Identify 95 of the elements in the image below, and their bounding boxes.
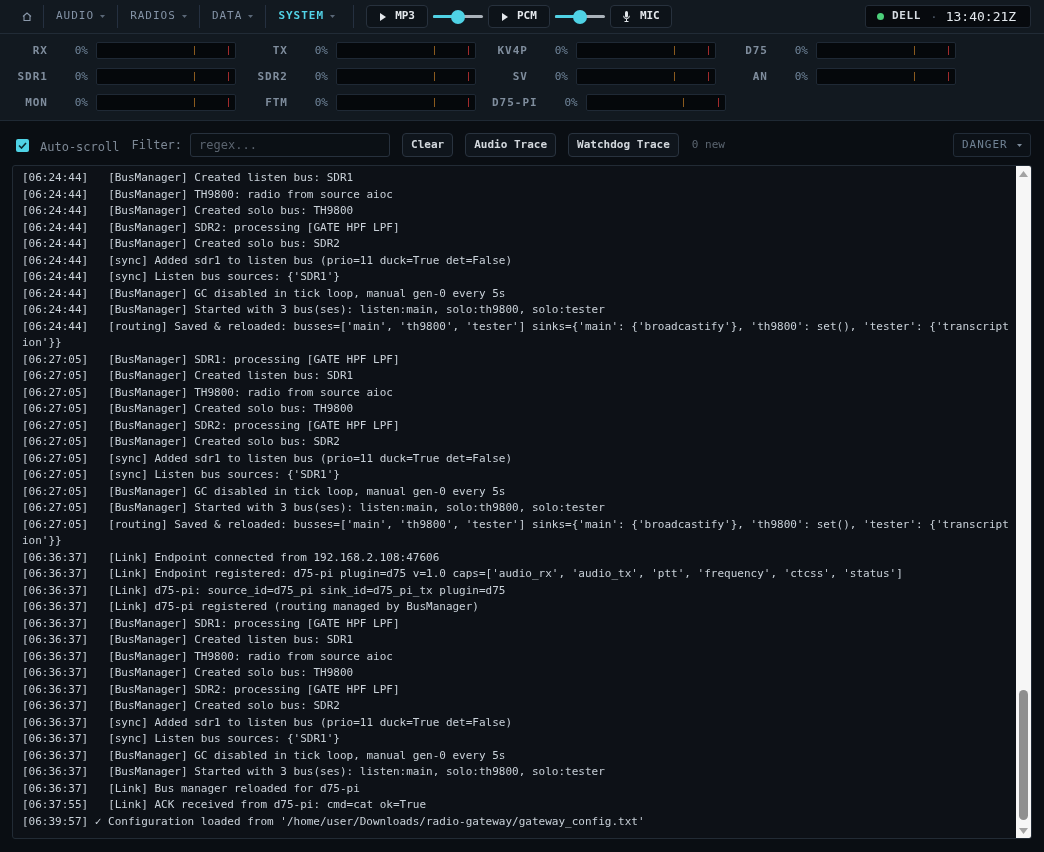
caret-icon bbox=[1017, 143, 1022, 147]
log-line: [06:24:44] [BusManager] TH9800: radio from source aioc bbox=[22, 186, 393, 203]
log-line: [06:24:44] [BusManager] SDR2: processing [GATE HPF LPF] bbox=[22, 219, 400, 236]
nav-tab[interactable]: DATA bbox=[199, 0, 266, 33]
caret-icon bbox=[248, 15, 254, 18]
toolbar-button[interactable]: Clear bbox=[402, 133, 454, 157]
meter-reading: 0% bbox=[73, 95, 88, 111]
slider-thumb[interactable] bbox=[572, 9, 587, 24]
meter-reading: 0% bbox=[793, 43, 808, 59]
log-line: [06:36:37] [Link] Bus manager reloaded for d75-pi bbox=[22, 780, 360, 797]
meter-label: SDR2 bbox=[256, 69, 288, 85]
mic-button[interactable]: MIC bbox=[609, 5, 672, 28]
log-line: [06:36:37] [BusManager] TH9800: radio from source aioc bbox=[22, 648, 393, 665]
toolbar-button[interactable]: Watchdog Trace bbox=[568, 133, 679, 157]
meter-label: RX bbox=[31, 43, 48, 59]
meter-reading: 0% bbox=[313, 43, 328, 59]
log-line: [06:36:37] [Link] Endpoint connected from 192.168.2.108:47606 bbox=[22, 549, 440, 566]
meter-label: MON bbox=[24, 95, 48, 111]
meter-label: KV4P bbox=[496, 43, 528, 59]
log-line: [06:24:44] [BusManager] GC disabled in tick loop, manual gen-0 every 5s bbox=[22, 285, 506, 302]
meter-reading: 0% bbox=[73, 69, 88, 85]
scrollbar[interactable] bbox=[1016, 166, 1031, 838]
meter-label: AN bbox=[751, 69, 768, 85]
meter-label: D75-PI bbox=[492, 95, 538, 111]
log-line: [06:36:37] [BusManager] SDR1: processing [GATE HPF LPF] bbox=[22, 615, 400, 632]
log-line: [06:27:05] [sync] Added sdr1 to listen bus (prio=11 duck=True det=False) bbox=[22, 450, 513, 467]
log-line: [06:36:37] [Link] Endpoint registered: d75-pi plugin=d75 v=1.0 caps=['audio_rx', 'audio_tx', 'ptt', 'frequency', 'ctcss', 'status'] bbox=[22, 566, 903, 582]
meter-reading: 0% bbox=[553, 69, 568, 85]
auto-scroll-label[interactable]: Auto-scroll bbox=[40, 134, 120, 156]
filter-input[interactable]: regex... bbox=[190, 133, 391, 157]
log-line: [06:24:44] [sync] Added sdr1 to listen bus (prio=11 duck=True det=False) bbox=[22, 252, 513, 269]
play-icon bbox=[380, 12, 387, 21]
auto-scroll-checkbox[interactable] bbox=[16, 138, 29, 152]
log-line: [06:27:05] [routing] Saved & reloaded: busses=['main', 'th9800', 'tester'] sinks={'main': {'broadcastify'}, 'th9800': set(), 'tester': {'transcription'}} bbox=[22, 516, 1010, 549]
nav-tab[interactable]: RADIOS bbox=[118, 0, 199, 33]
log-line: [06:27:05] [BusManager] GC disabled in tick loop, manual gen-0 every 5s bbox=[22, 483, 506, 500]
log-line: [06:37:55] [Link] ACK received from d75-pi: cmd=cat ok=True bbox=[22, 797, 426, 813]
new-count: 0 new bbox=[691, 136, 725, 153]
nav-tab[interactable]: AUDIO bbox=[44, 0, 118, 33]
meter-label: SDR1 bbox=[16, 69, 48, 85]
log-line: [06:27:05] [BusManager] SDR1: processing [GATE HPF LPF] bbox=[22, 351, 400, 368]
log-line: [06:36:37] [BusManager] GC disabled in tick loop, manual gen-0 every 5s bbox=[22, 747, 506, 764]
log-line: [06:24:44] [BusManager] Created solo bus: TH9800 bbox=[22, 203, 354, 219]
log-line: [06:36:37] [BusManager] Created solo bus: TH9800 bbox=[22, 665, 354, 681]
volume-slider[interactable] bbox=[433, 9, 483, 24]
log-line: [06:24:44] [BusManager] Created solo bus: SDR2 bbox=[22, 236, 340, 252]
meter-label: SV bbox=[511, 69, 528, 85]
caret-icon bbox=[330, 15, 336, 18]
log-line: [06:36:37] [Link] d75-pi registered (routing managed by BusManager) bbox=[22, 599, 479, 615]
microphone-icon bbox=[622, 11, 630, 22]
meter-reading: 0% bbox=[313, 69, 328, 85]
log-line: [06:27:05] [BusManager] TH9800: radio from source aioc bbox=[22, 384, 393, 401]
meter-reading: 0% bbox=[73, 43, 88, 59]
log-line: [06:27:05] [BusManager] Created solo bus: TH9800 bbox=[22, 401, 354, 417]
volume-slider[interactable] bbox=[554, 9, 605, 24]
nav-tab[interactable]: SYSTEM bbox=[266, 0, 348, 33]
home-icon bbox=[22, 12, 32, 21]
caret-icon bbox=[100, 15, 106, 18]
meter-reading: 0% bbox=[553, 43, 568, 59]
caret-icon bbox=[181, 15, 187, 18]
meter-reading: 0% bbox=[563, 95, 578, 111]
log-line: [06:24:44] [BusManager] Started with 3 bus(ses): listen:main, solo:th9800, solo:tester bbox=[22, 302, 605, 318]
meter-reading: 0% bbox=[793, 69, 808, 85]
meter-label: TX bbox=[271, 43, 288, 59]
log-line: [06:27:05] [sync] Listen bus sources: {'SDR1'} bbox=[22, 467, 340, 483]
clock-time: 13:40:21Z bbox=[945, 7, 1017, 26]
log-line: [06:27:05] [BusManager] Started with 3 bus(ses): listen:main, solo:th9800, solo:tester bbox=[22, 500, 605, 516]
checkmark-icon bbox=[18, 141, 27, 149]
severity-select[interactable]: DANGER bbox=[953, 133, 1031, 157]
separator-dot: · bbox=[929, 7, 938, 26]
log-line: [06:27:05] [BusManager] Created solo bus: SDR2 bbox=[22, 434, 340, 450]
log-line: [06:39:57] ✓ Configuration loaded from '/home/user/Downloads/radio-gateway/gateway_config.txt' bbox=[22, 813, 645, 830]
log-line: [06:36:37] [BusManager] Created listen bus: SDR1 bbox=[22, 632, 354, 648]
slider-thumb[interactable] bbox=[451, 9, 465, 24]
log-line: [06:36:37] [BusManager] Started with 3 bus(ses): listen:main, solo:th9800, solo:tester bbox=[22, 764, 605, 780]
meter-reading: 0% bbox=[313, 95, 328, 111]
log-line: [06:36:37] [BusManager] SDR2: processing [GATE HPF LPF] bbox=[22, 681, 400, 698]
log-line: [06:27:05] [BusManager] Created listen bus: SDR1 bbox=[22, 368, 354, 384]
log-line: [06:27:05] [BusManager] SDR2: processing [GATE HPF LPF] bbox=[22, 417, 400, 434]
scrollbar-thumb[interactable] bbox=[1019, 690, 1028, 820]
host-name: DELL bbox=[892, 8, 921, 25]
play-icon bbox=[502, 12, 508, 21]
log-line: [06:36:37] [BusManager] Created solo bus: SDR2 bbox=[22, 698, 340, 714]
log-line: [06:36:37] [Link] d75-pi: source_id=d75_pi sink_id=d75_pi_tx plugin=d75 bbox=[22, 582, 506, 599]
filter-label: Filter: bbox=[131, 137, 183, 154]
toolbar-button[interactable]: Audio Trace bbox=[465, 133, 557, 157]
play-button[interactable]: MP3 bbox=[366, 5, 428, 28]
log-line: [06:24:44] [sync] Listen bus sources: {'SDR1'} bbox=[22, 269, 340, 285]
log-line: [06:36:37] [sync] Listen bus sources: {'SDR1'} bbox=[22, 731, 340, 747]
log-line: [06:24:44] [routing] Saved & reloaded: busses=['main', 'th9800', 'tester'] sinks={'main': {'broadcastify'}, 'th9800': set(), 'tester': {'transcription'}} bbox=[22, 318, 1010, 351]
meter-label: D75 bbox=[744, 43, 768, 59]
log-line: [06:24:44] [BusManager] Created listen bus: SDR1 bbox=[22, 170, 354, 186]
log-line: [06:36:37] [sync] Added sdr1 to listen bus (prio=11 duck=True det=False) bbox=[22, 714, 513, 731]
play-button[interactable]: PCM bbox=[488, 5, 550, 28]
meter-label: FTM bbox=[264, 95, 288, 111]
